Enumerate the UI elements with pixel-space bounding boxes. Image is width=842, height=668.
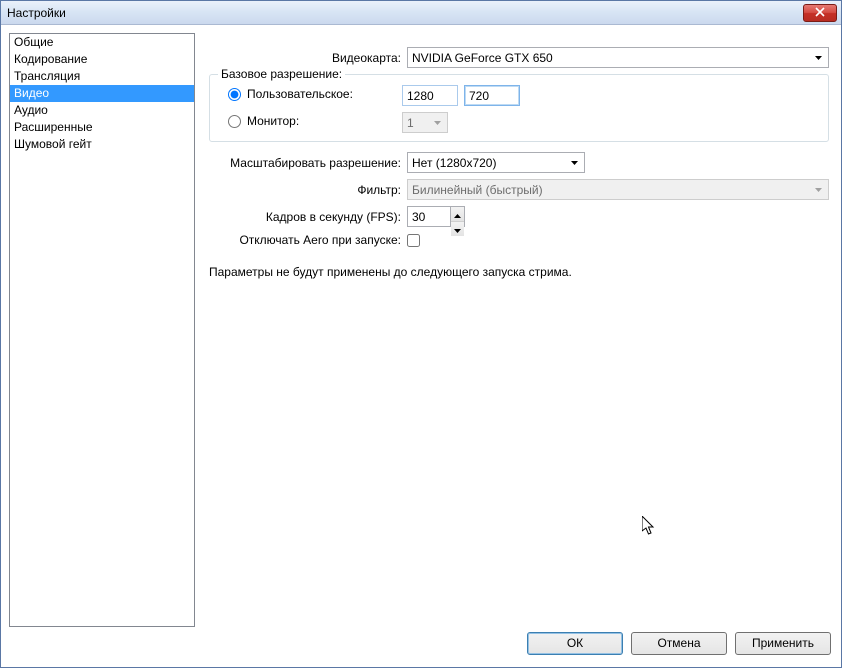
dialog-button-bar: ОК Отмена Применить [1,627,841,667]
filter-label: Фильтр: [209,183,407,197]
category-sidebar[interactable]: Общие Кодирование Трансляция Видео Аудио… [9,33,195,627]
apply-button[interactable]: Применить [735,632,831,655]
scale-combo[interactable]: Нет (1280x720) [407,152,585,173]
base-resolution-group: Базовое разрешение: Пользовательское: [209,74,829,142]
sidebar-item-video[interactable]: Видео [10,85,194,102]
radio-custom-input[interactable] [228,88,241,101]
monitor-value: 1 [407,116,414,130]
monitor-combo: 1 [402,112,448,133]
sidebar-item-audio[interactable]: Аудио [10,102,194,119]
aero-label: Отключать Aero при запуске: [209,233,407,247]
base-resolution-legend: Базовое разрешение: [218,67,345,81]
ok-button[interactable]: ОК [527,632,623,655]
chevron-down-icon [811,48,826,67]
radio-monitor-input[interactable] [228,115,241,128]
videocard-combo[interactable]: NVIDIA GeForce GTX 650 [407,47,829,68]
custom-height-input[interactable] [464,85,520,106]
fps-spinner[interactable] [407,206,465,227]
chevron-down-icon [430,113,445,132]
sidebar-item-encoding[interactable]: Кодирование [10,51,194,68]
sidebar-item-general[interactable]: Общие [10,34,194,51]
videocard-value: NVIDIA GeForce GTX 650 [412,51,553,65]
chevron-down-icon [811,180,826,199]
radio-monitor-resolution[interactable]: Монитор: [228,114,299,128]
videocard-label: Видеокарта: [209,51,407,65]
cancel-button[interactable]: Отмена [631,632,727,655]
content-pane: Видеокарта: NVIDIA GeForce GTX 650 Базов… [205,33,833,627]
titlebar: Настройки [1,1,841,25]
sidebar-item-noisegate[interactable]: Шумовой гейт [10,136,194,153]
radio-custom-label: Пользовательское: [247,87,353,101]
radio-custom-resolution[interactable]: Пользовательское: [228,87,353,101]
settings-window: Настройки Общие Кодирование Трансляция В… [0,0,842,668]
close-icon [815,4,825,22]
scale-label: Масштабировать разрешение: [209,156,407,170]
sidebar-item-advanced[interactable]: Расширенные [10,119,194,136]
fps-label: Кадров в секунду (FPS): [209,210,407,224]
close-button[interactable] [803,4,837,22]
scale-value: Нет (1280x720) [412,156,496,170]
window-title: Настройки [7,6,66,20]
chevron-up-icon [454,207,461,221]
fps-input[interactable] [407,206,450,227]
aero-checkbox[interactable] [407,234,420,247]
sidebar-item-stream[interactable]: Трансляция [10,68,194,85]
fps-up-button[interactable] [451,207,464,222]
custom-width-input[interactable] [402,85,458,106]
restart-note: Параметры не будут применены до следующе… [209,265,829,279]
filter-combo: Билинейный (быстрый) [407,179,829,200]
filter-value: Билинейный (быстрый) [412,183,543,197]
radio-monitor-label: Монитор: [247,114,299,128]
chevron-down-icon [567,153,582,172]
